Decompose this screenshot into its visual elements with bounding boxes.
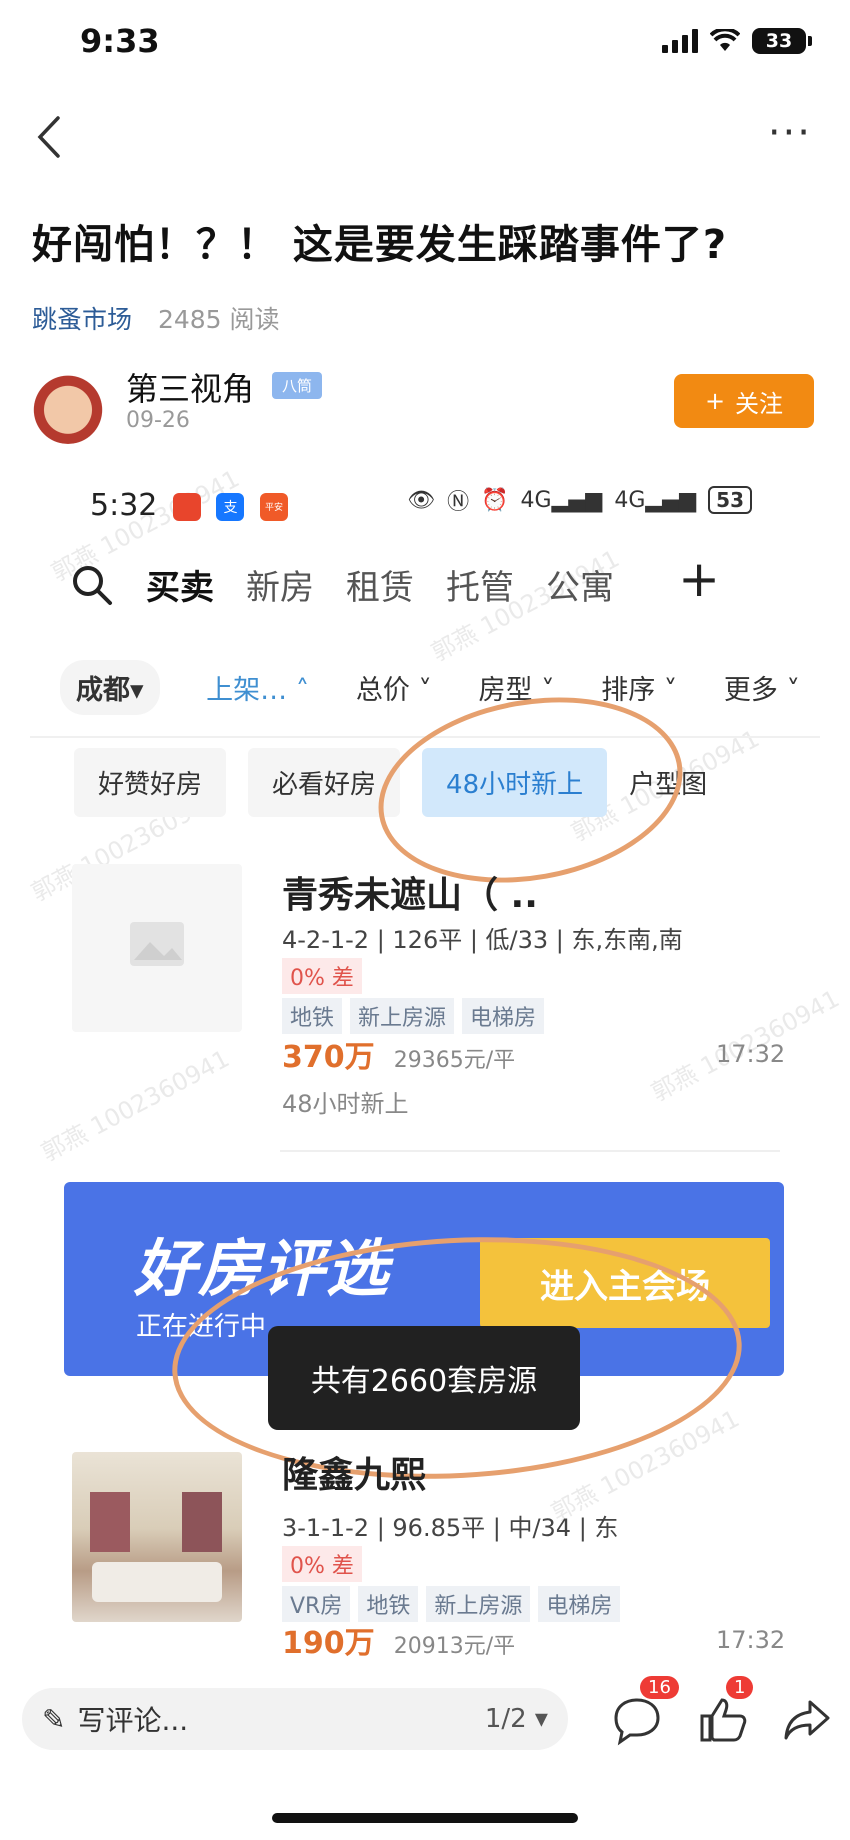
tab-new-home[interactable]: 新房 — [246, 560, 314, 609]
comment-placeholder: 写评论... — [77, 1704, 189, 1737]
home-indicator — [272, 1813, 578, 1823]
chip-must-see[interactable]: 必看好房 — [248, 748, 401, 817]
listing-desc: 4-2-1-2 | 126平 | 低/33 | 东,东南,南 — [282, 926, 683, 954]
share-icon[interactable] — [780, 1692, 834, 1746]
listing-price: 370万 — [282, 1040, 375, 1075]
category-tabs: 买卖 新房 租赁 托管 公寓 — [70, 560, 614, 609]
signal-4g-icon: 4G▂▄▆ — [614, 487, 697, 513]
wifi-icon — [710, 29, 740, 51]
comment-count-badge: 16 — [640, 1676, 679, 1699]
listing-price-row: 190万 20913元/平 — [282, 1618, 515, 1662]
price-filter[interactable]: 总价 ˅ — [356, 668, 432, 707]
listing-thumbnail[interactable] — [72, 1452, 242, 1622]
curtain-shape — [90, 1492, 130, 1552]
divider — [280, 1150, 780, 1152]
author-badge: 八筒 — [272, 372, 323, 399]
read-count: 2485 阅读 — [157, 305, 280, 334]
nfc-icon: Ⓝ — [447, 490, 470, 515]
image-placeholder-icon — [130, 922, 184, 966]
sort-filter[interactable]: 排序 ˅ — [601, 668, 677, 707]
search-icon[interactable] — [70, 563, 114, 607]
tag: 电梯房 — [538, 1586, 621, 1622]
author-name[interactable]: 第三视角 — [126, 364, 254, 410]
channel-link[interactable]: 跳蚤市场 — [32, 305, 132, 334]
tag: 新上房源 — [350, 998, 455, 1034]
alipay-icon: 支 — [216, 492, 245, 521]
app-icon-red — [172, 492, 201, 521]
embedded-status-time: 5:32 支 平安 — [90, 488, 289, 523]
more-filter[interactable]: 更多 ˅ — [724, 668, 800, 707]
eye-icon: 👁 — [407, 487, 436, 513]
listing-time: 17:32 — [716, 1040, 786, 1068]
filter-bar: 成都▾ 上架… ˄ 总价 ˅ 房型 ˅ 排序 ˅ 更多 ˅ — [60, 660, 800, 715]
unit-price: 29365元/平 — [393, 1048, 516, 1073]
embedded-status-icons: 👁 Ⓝ ⏰ 4G▂▄▆ 4G▂▄▆ 53 — [407, 484, 752, 516]
tag: VR房 — [282, 1586, 351, 1622]
tab-buy-sell[interactable]: 买卖 — [146, 560, 214, 609]
listing-thumbnail-placeholder[interactable] — [72, 864, 242, 1032]
tab-rent[interactable]: 租赁 — [346, 560, 414, 609]
pingan-icon: 平安 — [260, 492, 289, 521]
battery-icon: 33 — [752, 28, 812, 54]
signal-4g-icon: 4G▂▄▆ — [520, 487, 603, 513]
more-options-icon[interactable]: ··· — [768, 113, 812, 153]
listing-title[interactable]: 隆鑫九熙 — [282, 1446, 426, 1498]
comment-icon[interactable] — [610, 1692, 664, 1746]
listing-note: 48小时新上 — [282, 1090, 409, 1118]
price-diff-badge: 0% 差 — [282, 1546, 362, 1582]
listing-time: 17:32 — [716, 1626, 786, 1654]
listing-desc: 3-1-1-2 | 96.85平 | 中/34 | 东 — [282, 1514, 619, 1542]
article-source: 跳蚤市场 2485 阅读 — [32, 300, 280, 336]
curtain-shape — [182, 1492, 222, 1552]
back-icon[interactable] — [30, 112, 66, 162]
price-diff-badge: 0% 差 — [282, 958, 362, 994]
alarm-icon: ⏰ — [481, 487, 509, 513]
battery-icon: 53 — [708, 486, 752, 514]
comment-input[interactable]: ✎ 写评论... 1/2 ▾ — [22, 1688, 568, 1750]
tag: 新上房源 — [426, 1586, 531, 1622]
status-icons: 33 — [662, 28, 812, 54]
sofa-shape — [92, 1562, 222, 1602]
listing-tags: VR房 地铁 新上房源 电梯房 — [282, 1586, 628, 1622]
like-count-badge: 1 — [726, 1676, 754, 1699]
plus-icon: + — [704, 387, 726, 415]
follow-button[interactable]: + 关注 — [674, 374, 814, 428]
tab-apartment[interactable]: 公寓 — [546, 560, 614, 609]
listing-filter[interactable]: 上架… ˄ — [206, 668, 309, 707]
unit-price: 20913元/平 — [393, 1634, 516, 1659]
like-icon[interactable] — [696, 1692, 750, 1746]
article-title: 好闯怕！？！ 这是要发生踩踏事件了? — [32, 222, 728, 268]
listing-tags: 地铁 新上房源 电梯房 — [282, 998, 552, 1034]
tag: 地铁 — [282, 998, 343, 1034]
signal-icon — [662, 29, 698, 53]
listing-price-row: 370万 29365元/平 — [282, 1032, 515, 1076]
watermark: 郭燕 1002360941 — [36, 1044, 234, 1167]
tab-hosting[interactable]: 托管 — [446, 560, 514, 609]
status-time: 9:33 — [80, 22, 160, 60]
pencil-icon: ✎ — [42, 1702, 66, 1736]
page-indicator[interactable]: 1/2 ▾ — [485, 1704, 548, 1734]
listing-price: 190万 — [282, 1626, 375, 1661]
chip-good-homes[interactable]: 好赞好房 — [74, 748, 227, 817]
add-tab-icon[interactable]: + — [678, 550, 720, 608]
listing-title[interactable]: 青秀未遮山（ .. — [282, 866, 538, 918]
post-date: 09-26 — [126, 408, 190, 433]
follow-label: 关注 — [735, 389, 784, 418]
tag: 地铁 — [358, 1586, 419, 1622]
tag: 电梯房 — [462, 998, 545, 1034]
city-filter[interactable]: 成都▾ — [60, 660, 160, 715]
author-avatar[interactable] — [30, 368, 106, 444]
